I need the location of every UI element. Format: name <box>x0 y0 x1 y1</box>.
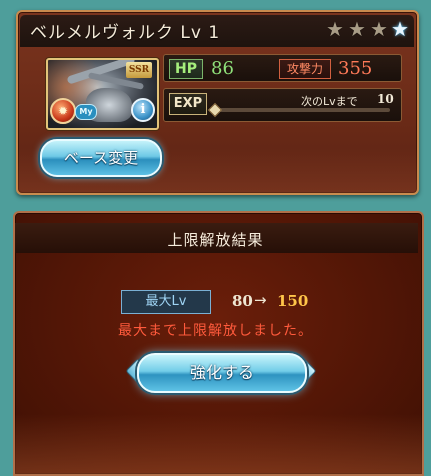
exp-bar <box>215 108 390 112</box>
info-icon[interactable]: i <box>131 98 155 122</box>
fire-icon: ✹ <box>50 98 76 124</box>
result-message: 最大まで上限解放しました。 <box>118 323 313 339</box>
base-change-button[interactable]: ベース変更 <box>40 139 162 177</box>
rarity-badge: SSR <box>126 62 152 78</box>
exp-label: EXP <box>169 93 207 115</box>
result-title: 上限解放結果 <box>167 231 264 249</box>
star-icon: ★ <box>326 17 344 41</box>
hp-label: HP <box>169 59 203 79</box>
next-level-value: 10 <box>377 92 394 106</box>
enhance-button[interactable]: 強化する <box>137 353 307 393</box>
max-level-old: 80 <box>232 292 253 310</box>
arrow-right-icon: → <box>254 291 267 309</box>
attack-label: 攻撃力 <box>279 59 331 79</box>
max-level-label: 最大Lv <box>121 290 211 314</box>
attack-value: 355 <box>338 58 373 79</box>
star-icon: ★ <box>348 17 366 41</box>
character-name: ベルメルヴォルク <box>30 23 174 43</box>
max-level-new: 150 <box>277 292 309 310</box>
next-level-label: 次のLvまで <box>301 95 358 108</box>
star-icon-lit: ★ <box>391 17 409 41</box>
star-icon: ★ <box>370 17 388 41</box>
character-level: Lv 1 <box>180 23 221 43</box>
character-title: ベルメルヴォルク Lv 1 <box>30 18 220 43</box>
my-badge: My <box>75 104 97 120</box>
hp-value: 86 <box>211 58 234 79</box>
